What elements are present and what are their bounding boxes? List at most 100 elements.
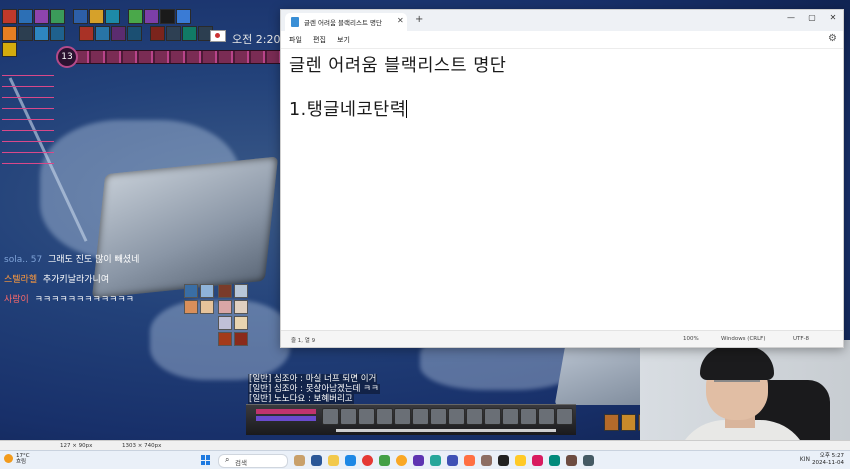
stream-chat-overlay: sola.. 57 그래도 진도 많이 빼셨네 스텔라헬 추가키날라가니여 사랑… <box>4 250 139 310</box>
maximize-button[interactable]: ▢ <box>805 13 819 22</box>
party-member-row[interactable] <box>2 156 54 164</box>
app-icon[interactable] <box>311 455 322 466</box>
chat-message: 스텔라헬 추가키날라가니여 <box>4 270 139 290</box>
chat-username: 사랑이 <box>4 295 29 305</box>
taskbar-search[interactable]: ⌕ 검색 <box>218 454 288 468</box>
cursor-position: 줄 1, 열 9 <box>291 338 316 344</box>
gear-icon[interactable]: ⚙ <box>828 33 837 44</box>
hotbar-slot[interactable] <box>394 408 411 425</box>
hotbar-slot[interactable] <box>322 408 339 425</box>
system-chat-line: [일반] 심조아 : 마실 너프 되면 이거 <box>248 374 378 384</box>
hotbar-slot[interactable] <box>358 408 375 425</box>
hotbar-slot[interactable] <box>466 408 483 425</box>
hotbar-slot[interactable] <box>484 408 501 425</box>
app-icon[interactable] <box>430 455 441 466</box>
party-member-row[interactable] <box>2 79 54 87</box>
skill-icon <box>200 300 214 314</box>
edge-icon[interactable] <box>345 455 356 466</box>
buff-icon <box>18 9 33 24</box>
buff-icon <box>105 9 120 24</box>
folder-icon[interactable] <box>328 455 339 466</box>
kakaotalk-icon[interactable] <box>396 455 407 466</box>
hotbar-slot[interactable] <box>376 408 393 425</box>
item-slot[interactable] <box>604 414 619 431</box>
party-buff-grid <box>184 284 214 314</box>
boss-level-badge: 13 <box>56 46 78 68</box>
input-language[interactable]: KIN <box>800 456 810 463</box>
buff-icon <box>111 26 126 41</box>
app-icon[interactable] <box>294 455 305 466</box>
chat-username: sola.. 57 <box>4 255 43 265</box>
hotbar-slot[interactable] <box>502 408 519 425</box>
text-line: 글렌 어려움 블랙리스트 명단 <box>289 56 507 76</box>
party-member-row[interactable] <box>2 145 54 153</box>
app-icon[interactable] <box>498 455 509 466</box>
menu-file[interactable]: 파일 <box>289 35 302 45</box>
party-member-row[interactable] <box>2 90 54 98</box>
party-buff-grid <box>218 284 248 346</box>
hotbar-slot[interactable] <box>412 408 429 425</box>
app-icon[interactable] <box>447 455 458 466</box>
skill-icon <box>184 284 198 298</box>
buff-icon <box>50 9 65 24</box>
app-icon[interactable] <box>464 455 475 466</box>
capture-size: 1303 × 740px <box>122 443 162 449</box>
hotbar-slot[interactable] <box>448 408 465 425</box>
title-bar: 글렌 어려움 블랙리스트 명단 ✕ + — ▢ ✕ <box>281 10 843 31</box>
menu-edit[interactable]: 편집 <box>313 35 326 45</box>
hotbar-slot[interactable] <box>556 408 573 425</box>
hotbar-slot[interactable] <box>520 408 537 425</box>
chat-text: 추가키날라가니여 <box>42 275 110 285</box>
app-icon[interactable] <box>481 455 492 466</box>
hotbar-slot[interactable] <box>538 408 555 425</box>
weather-icon <box>4 454 13 463</box>
menu-view[interactable]: 보기 <box>337 35 350 45</box>
windows-start-icon[interactable] <box>201 455 211 465</box>
buff-icon <box>73 9 88 24</box>
buff-icon <box>50 26 65 41</box>
hotbar-slot[interactable] <box>430 408 447 425</box>
skill-icon <box>218 316 232 330</box>
close-button[interactable]: ✕ <box>826 13 840 22</box>
app-icon[interactable] <box>566 455 577 466</box>
buff-icon <box>176 9 191 24</box>
encoding: UTF-8 <box>793 336 810 342</box>
weather-widget[interactable]: 17°C 흐림 <box>16 453 30 465</box>
minimize-button[interactable]: — <box>784 13 798 22</box>
chrome-icon[interactable] <box>362 455 373 466</box>
app-icon[interactable] <box>515 455 526 466</box>
app-icon[interactable] <box>379 455 390 466</box>
app-icon[interactable] <box>532 455 543 466</box>
new-tab-button[interactable]: + <box>415 15 423 25</box>
party-list <box>2 68 54 167</box>
tab-close-button[interactable]: ✕ <box>397 16 404 25</box>
search-icon: ⌕ <box>225 455 230 464</box>
party-member-row[interactable] <box>2 112 54 120</box>
buff-icon <box>2 9 17 24</box>
system-clock[interactable]: 오후 5:27 2024-11-04 <box>812 453 844 466</box>
text-editor[interactable]: 글렌 어려움 블랙리스트 명단 1.탱글네코탄력 <box>281 48 843 331</box>
discord-icon[interactable] <box>413 455 424 466</box>
skill-icon <box>218 300 232 314</box>
skill-icon <box>200 284 214 298</box>
search-label: 검색 <box>235 459 247 467</box>
notepad-window: 글렌 어려움 블랙리스트 명단 ✕ + — ▢ ✕ 파일 편집 보기 ⚙ 글렌 … <box>280 9 844 348</box>
notepad-taskbar-icon[interactable] <box>583 455 594 466</box>
buff-icon <box>182 26 197 41</box>
webcam-overlay <box>640 340 850 440</box>
chat-message: 사랑이 ㅋㅋㅋㅋㅋㅋㅋㅋㅋㅋㅋㅋ <box>4 290 139 310</box>
party-member-row[interactable] <box>2 68 54 76</box>
skill-icon <box>234 316 248 330</box>
hotbar-slot[interactable] <box>340 408 357 425</box>
party-member-row[interactable] <box>2 134 54 142</box>
exp-bar <box>336 429 556 432</box>
party-member-row[interactable] <box>2 123 54 131</box>
buff-icon <box>89 9 104 24</box>
party-member-row[interactable] <box>2 101 54 109</box>
buff-icons-row <box>2 9 191 24</box>
app-icon[interactable] <box>549 455 560 466</box>
item-slot[interactable] <box>621 414 636 431</box>
system-chat-line: [일반] 노노다요 : 보혜버리고 <box>248 394 354 404</box>
skill-icon <box>234 284 248 298</box>
document-tab[interactable]: 글렌 어려움 블랙리스트 명단 ✕ <box>285 13 407 31</box>
